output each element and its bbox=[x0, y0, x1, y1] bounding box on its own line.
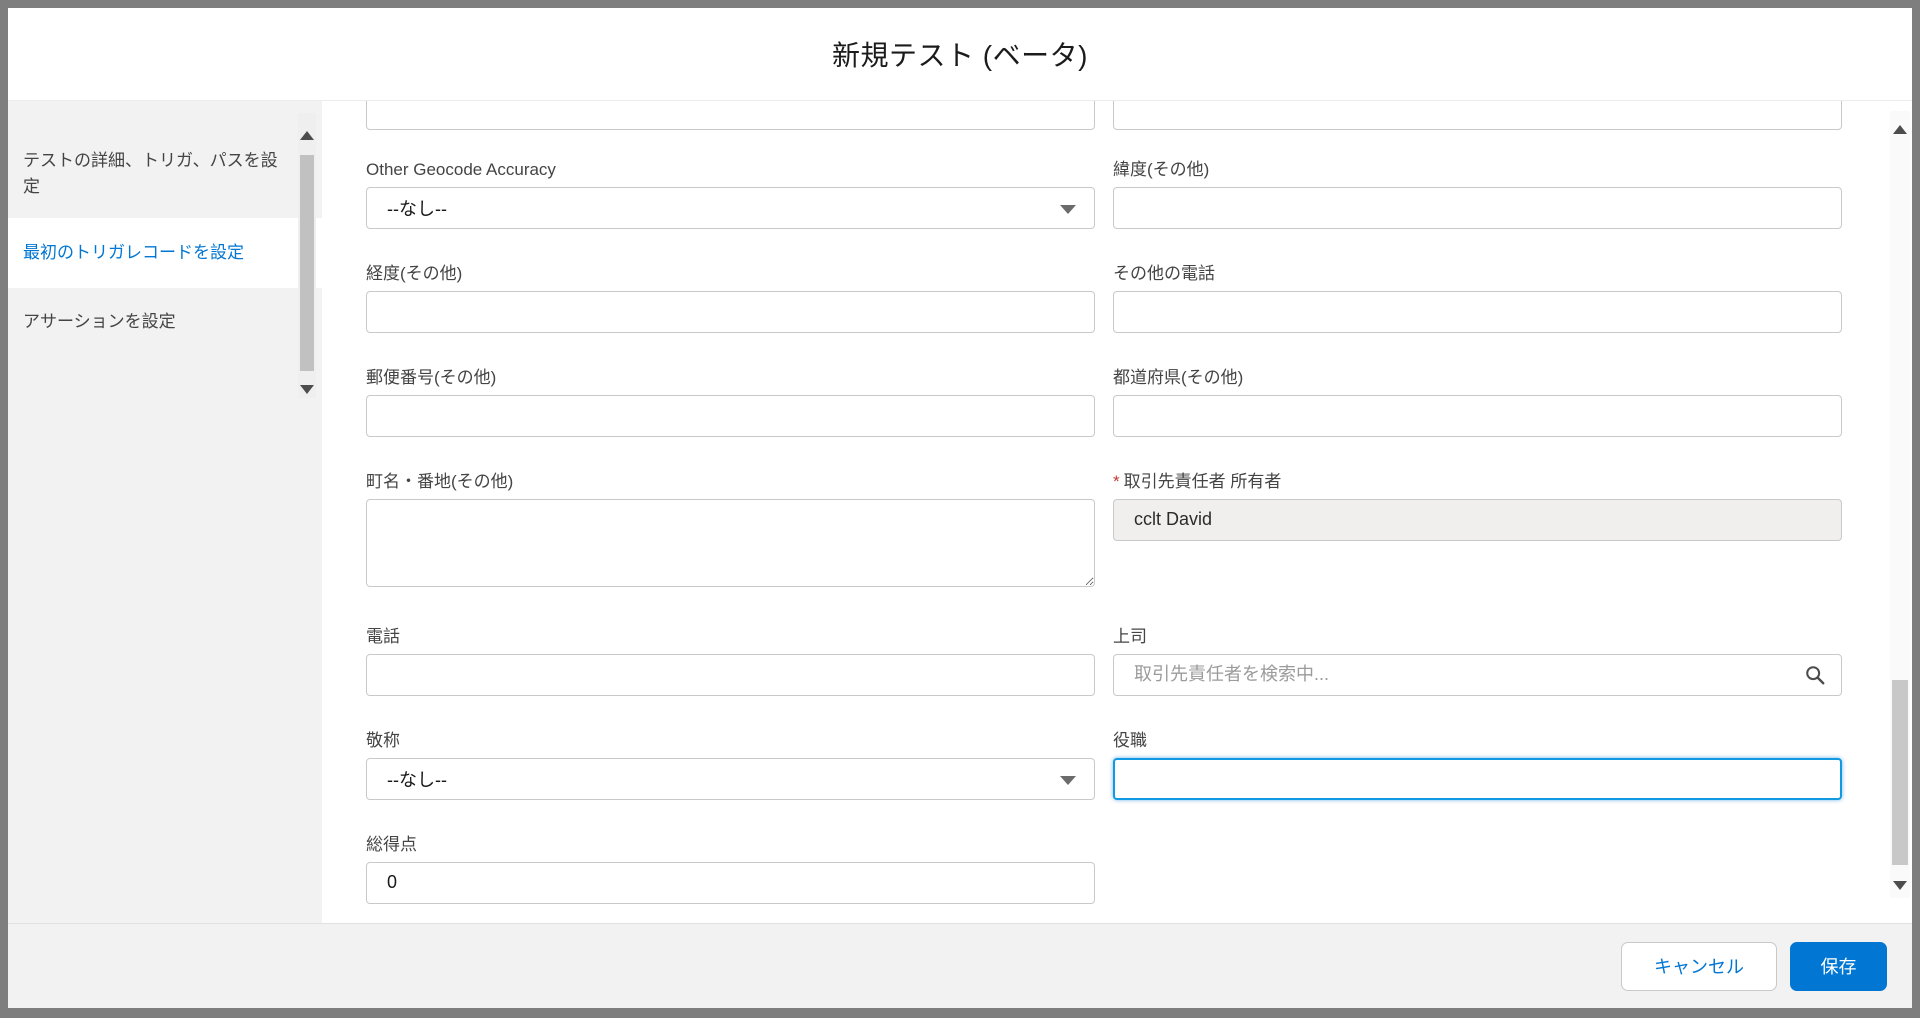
field-label: 都道府県(その他) bbox=[1113, 367, 1244, 387]
reports-to-lookup bbox=[1113, 653, 1842, 696]
phone-input[interactable] bbox=[366, 653, 1095, 696]
field-label: その他の電話 bbox=[1113, 263, 1215, 283]
longitude-other-input[interactable] bbox=[366, 290, 1095, 333]
sidebar-item-first-trigger-record[interactable]: 最初のトリガレコードを設定 bbox=[8, 218, 322, 288]
total-score-input[interactable] bbox=[366, 861, 1095, 904]
record-form: Other Geocode Accuracy --なし-- 緯度(その他) 経度… bbox=[322, 101, 1878, 904]
chevron-down-icon bbox=[1060, 204, 1076, 214]
clipped-field-left bbox=[366, 101, 1095, 130]
sidebar-item-label: テストの詳細、トリガ、パスを設定 bbox=[23, 151, 278, 196]
field-reports-to: 上司 bbox=[1113, 626, 1842, 696]
contact-owner-input bbox=[1113, 498, 1842, 541]
required-asterisk: * bbox=[1113, 471, 1120, 491]
field-label: Other Geocode Accuracy bbox=[366, 159, 556, 179]
steps-sidebar: テストの詳細、トリガ、パスを設定 最初のトリガレコードを設定 アサーションを設定 bbox=[8, 101, 322, 923]
sidebar-item-test-details[interactable]: テストの詳細、トリガ、パスを設定 bbox=[8, 101, 322, 218]
form-row: 経度(その他) その他の電話 bbox=[366, 263, 1878, 333]
form-row: 総得点 bbox=[366, 834, 1878, 904]
street-other-textarea[interactable] bbox=[366, 498, 1095, 587]
screen-backdrop: 新規テスト (ベータ) テストの詳細、トリガ、パスを設定 最初のトリガレコードを… bbox=[0, 0, 1920, 1018]
field-label: 緯度(その他) bbox=[1113, 159, 1210, 179]
scroll-down-icon[interactable] bbox=[300, 385, 314, 394]
state-other-input[interactable] bbox=[1113, 394, 1842, 437]
field-total-score: 総得点 bbox=[366, 834, 1095, 904]
search-icon bbox=[1806, 665, 1825, 684]
field-other-geocode-accuracy: Other Geocode Accuracy --なし-- bbox=[366, 159, 1095, 229]
field-label: * 取引先責任者 所有者 bbox=[1113, 471, 1842, 493]
scrollbar-thumb[interactable] bbox=[1892, 680, 1908, 865]
field-label: 電話 bbox=[366, 626, 400, 646]
field-salutation: 敬称 --なし-- bbox=[366, 730, 1095, 800]
form-row: Other Geocode Accuracy --なし-- 緯度(その他) bbox=[366, 159, 1878, 229]
field-other-phone: その他の電話 bbox=[1113, 263, 1842, 333]
salutation-select[interactable]: --なし-- bbox=[366, 757, 1095, 800]
field-contact-owner: * 取引先責任者 所有者 bbox=[1113, 471, 1842, 541]
form-scroll-area: Other Geocode Accuracy --なし-- 緯度(その他) 経度… bbox=[322, 101, 1878, 923]
scroll-up-icon[interactable] bbox=[1893, 125, 1907, 134]
save-button[interactable]: 保存 bbox=[1790, 941, 1887, 991]
sidebar-item-assertions[interactable]: アサーションを設定 bbox=[8, 288, 322, 357]
field-label: 町名・番地(その他) bbox=[366, 471, 514, 491]
selected-value: --なし-- bbox=[387, 198, 447, 219]
cancel-button[interactable]: キャンセル bbox=[1621, 941, 1777, 991]
chevron-down-icon bbox=[1060, 775, 1076, 785]
field-label-text: 取引先責任者 所有者 bbox=[1123, 471, 1282, 491]
field-phone: 電話 bbox=[366, 626, 1095, 696]
field-label: 経度(その他) bbox=[366, 263, 463, 283]
latitude-other-input[interactable] bbox=[1113, 186, 1842, 229]
clipped-field-right bbox=[1113, 101, 1842, 130]
modal-body: テストの詳細、トリガ、パスを設定 最初のトリガレコードを設定 アサーションを設定 bbox=[8, 101, 1912, 923]
other-geocode-accuracy-select[interactable]: --なし-- bbox=[366, 186, 1095, 229]
form-scrollbar[interactable] bbox=[1890, 111, 1910, 898]
form-row: 電話 上司 bbox=[366, 626, 1878, 696]
field-title: 役職 bbox=[1113, 730, 1842, 800]
form-row: 町名・番地(その他) * 取引先責任者 所有者 bbox=[366, 471, 1878, 592]
sidebar-item-label: 最初のトリガレコードを設定 bbox=[23, 243, 244, 262]
selected-value: --なし-- bbox=[387, 769, 447, 790]
field-label: 郵便番号(その他) bbox=[366, 367, 497, 387]
modal-title: 新規テスト (ベータ) bbox=[832, 40, 1088, 71]
other-phone-input[interactable] bbox=[1113, 290, 1842, 333]
modal-header: 新規テスト (ベータ) bbox=[8, 8, 1912, 101]
field-street-other: 町名・番地(その他) bbox=[366, 471, 1095, 592]
field-label: 上司 bbox=[1113, 626, 1147, 646]
field-latitude-other: 緯度(その他) bbox=[1113, 159, 1842, 229]
postal-code-other-input[interactable] bbox=[366, 394, 1095, 437]
modal-footer: キャンセル 保存 bbox=[8, 923, 1912, 1008]
scrollbar-thumb[interactable] bbox=[300, 155, 314, 371]
steps-list: テストの詳細、トリガ、パスを設定 最初のトリガレコードを設定 アサーションを設定 bbox=[8, 101, 322, 398]
field-label: 敬称 bbox=[366, 730, 400, 750]
field-postal-code-other: 郵便番号(その他) bbox=[366, 367, 1095, 437]
field-label: 役職 bbox=[1113, 730, 1147, 750]
sidebar-item-label: アサーションを設定 bbox=[23, 312, 176, 331]
reports-to-search-input[interactable] bbox=[1113, 653, 1842, 696]
scroll-up-icon[interactable] bbox=[300, 131, 314, 140]
field-longitude-other: 経度(その他) bbox=[366, 263, 1095, 333]
clipped-input[interactable] bbox=[1113, 101, 1842, 130]
title-input[interactable] bbox=[1113, 757, 1842, 800]
form-row: 郵便番号(その他) 都道府県(その他) bbox=[366, 367, 1878, 437]
scroll-down-icon[interactable] bbox=[1893, 881, 1907, 890]
form-row bbox=[366, 101, 1878, 130]
field-label: 総得点 bbox=[366, 834, 417, 854]
sidebar-scrollbar[interactable] bbox=[298, 113, 316, 398]
clipped-input[interactable] bbox=[366, 101, 1095, 130]
new-test-modal: 新規テスト (ベータ) テストの詳細、トリガ、パスを設定 最初のトリガレコードを… bbox=[8, 8, 1912, 1008]
form-row: 敬称 --なし-- 役職 bbox=[366, 730, 1878, 800]
field-state-other: 都道府県(その他) bbox=[1113, 367, 1842, 437]
